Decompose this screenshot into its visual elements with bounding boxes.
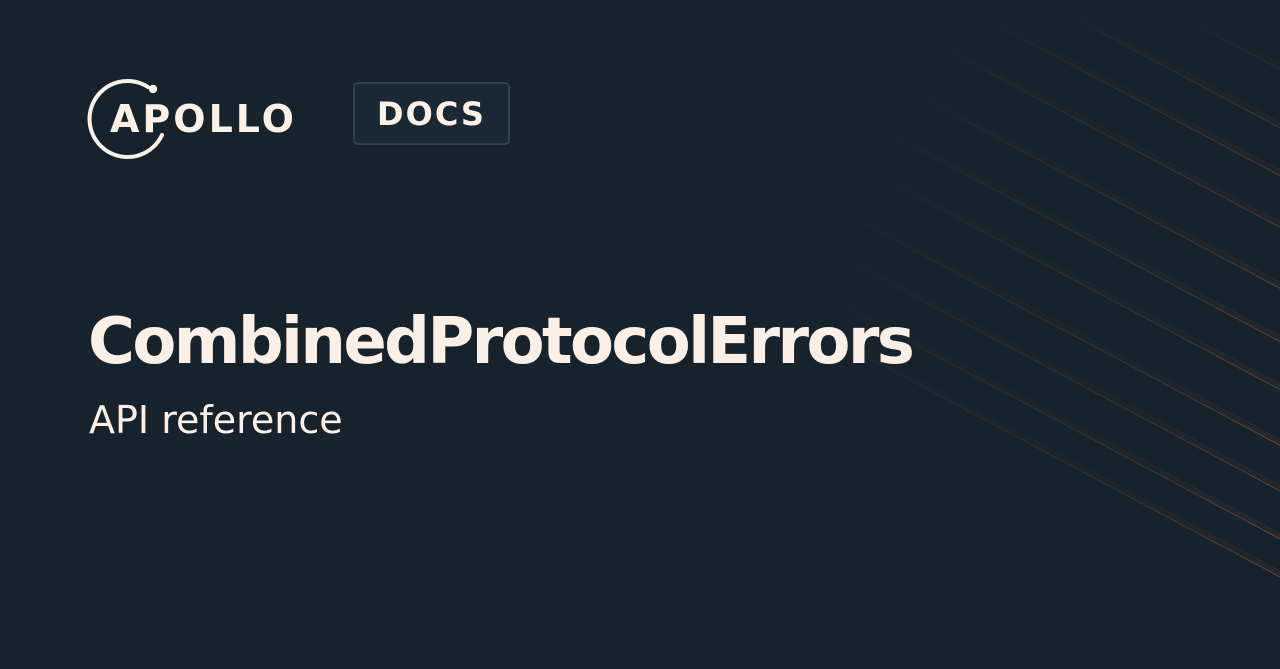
page-title: CombinedProtocolErrors (88, 305, 915, 379)
diagonal-streak (949, 0, 1280, 177)
diagonal-streak (954, 0, 1280, 174)
docs-badge: DOCS (353, 82, 510, 145)
diagonal-streak (1159, 0, 1280, 65)
apollo-wordmark: APOLLO (110, 97, 297, 141)
diagonal-streak (794, 229, 1280, 489)
diagonal-streak (854, 109, 1280, 337)
page-subtitle: API reference (89, 398, 343, 442)
diagonal-streak (959, 0, 1280, 171)
diagonal-streak (844, 109, 1280, 343)
diagonal-streak (789, 229, 1280, 492)
docs-social-card: APOLLO DOCS CombinedProtocolErrors API r… (0, 0, 1280, 669)
diagonal-streak (799, 229, 1280, 486)
diagonal-streak (904, 24, 1280, 226)
